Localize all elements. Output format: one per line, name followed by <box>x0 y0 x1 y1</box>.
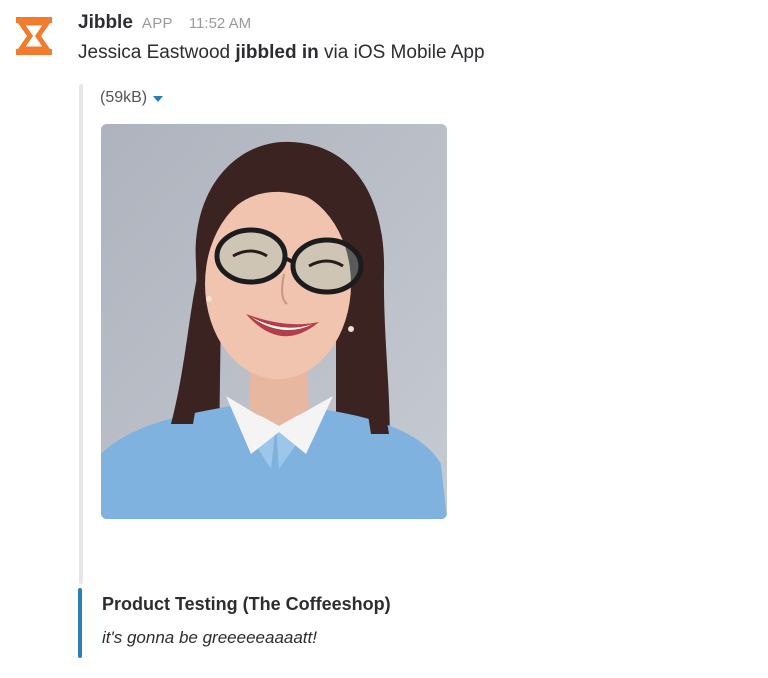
file-size-label: (59kB) <box>100 89 148 106</box>
action-text: jibbled in <box>235 42 319 63</box>
selfie-image[interactable] <box>101 124 447 519</box>
message-header: Jibble APP 11:52 AM <box>78 12 251 38</box>
file-attachment-border <box>79 84 83 584</box>
attachment-card: Product Testing (The Coffeeshop) it's go… <box>78 588 578 658</box>
message-suffix: via iOS Mobile App <box>324 42 485 63</box>
message-text: Jessica Eastwood jibbled in via iOS Mobi… <box>78 42 485 64</box>
caret-down-icon[interactable] <box>153 96 164 102</box>
file-size-toggle[interactable]: (59kB) <box>100 89 164 107</box>
user-name: Jessica Eastwood <box>78 42 231 63</box>
message-timestamp[interactable]: 11:52 AM <box>189 15 251 32</box>
attachment-title: Product Testing (The Coffeeshop) <box>102 594 391 614</box>
app-badge: APP <box>141 15 173 32</box>
app-name-link[interactable]: Jibble <box>78 12 133 34</box>
jibble-hourglass-icon[interactable] <box>12 14 56 58</box>
attachment-note: it's gonna be greeeeeaaaatt! <box>102 628 317 647</box>
attachment-accent-bar <box>78 588 82 658</box>
